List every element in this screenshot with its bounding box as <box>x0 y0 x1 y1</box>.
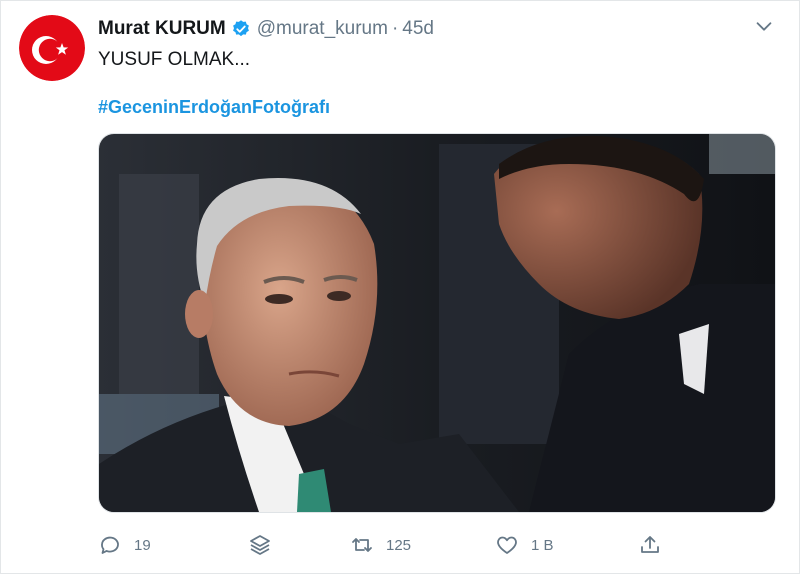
tweet-header: Murat KURUM @murat_kurum · 45d <box>98 17 434 41</box>
tweet-time[interactable]: 45d <box>402 18 434 40</box>
retweet-button[interactable]: 125 <box>350 529 411 561</box>
avatar[interactable] <box>19 15 85 81</box>
author-handle[interactable]: @murat_kurum <box>257 18 388 40</box>
tweet-photo[interactable] <box>98 133 776 513</box>
author-name[interactable]: Murat KURUM <box>98 18 226 40</box>
reply-count: 19 <box>134 536 151 554</box>
reply-button[interactable]: 19 <box>98 529 151 561</box>
like-button[interactable]: 1 B <box>495 529 554 561</box>
separator-dot: · <box>391 18 399 39</box>
tweet-text: YUSUF OLMAK... <box>98 49 251 70</box>
verified-badge-icon <box>232 20 249 37</box>
heart-icon <box>497 536 517 554</box>
photo-illustration <box>99 134 775 512</box>
hashtag-link[interactable]: #GeceninErdoğanFotoğrafı <box>98 97 330 118</box>
retweet-icon <box>352 538 372 552</box>
layers-icon <box>250 535 270 555</box>
retweet-count: 125 <box>386 536 412 554</box>
like-count: 1 B <box>531 536 554 554</box>
chevron-down-icon[interactable] <box>753 15 775 37</box>
reply-icon <box>101 536 119 554</box>
share-icon <box>641 536 659 553</box>
share-button[interactable] <box>638 529 662 561</box>
layers-button[interactable] <box>248 529 272 561</box>
tweet-card[interactable]: Murat KURUM @murat_kurum · 45d YUSUF OLM… <box>0 0 800 574</box>
tweet-actions: 19 125 1 B <box>98 529 698 561</box>
